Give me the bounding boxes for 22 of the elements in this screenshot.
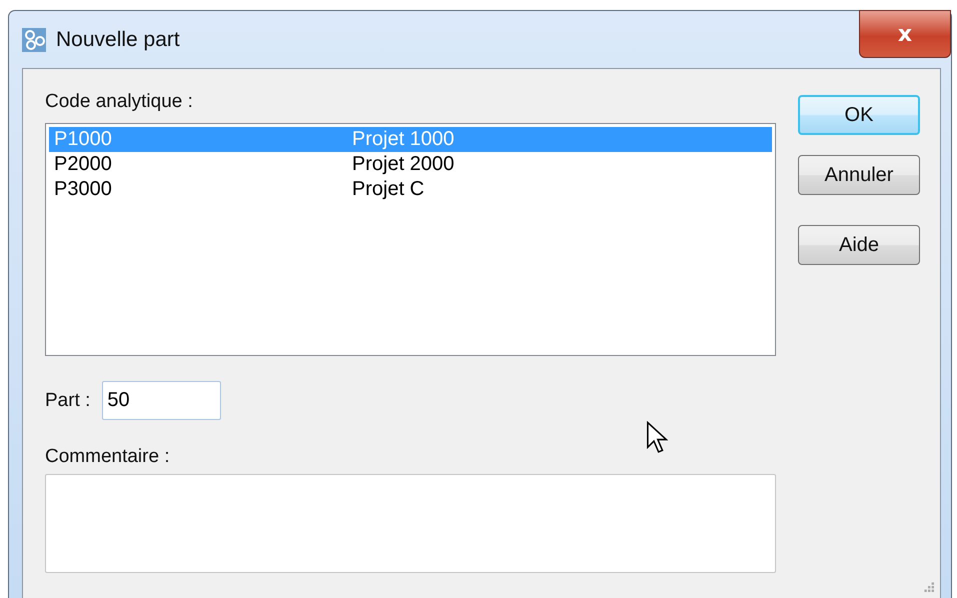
comment-field[interactable] [45, 474, 776, 573]
field-label: Commentaire : [45, 446, 171, 468]
code-text: P2000 [53, 152, 113, 177]
dialog-button[interactable]: Aide [798, 225, 920, 265]
field-label: Code analytique : [45, 91, 194, 113]
cursor-icon [646, 421, 668, 455]
list-item[interactable]: P3000 Projet C [49, 177, 772, 202]
project-name: Projet 1000 [352, 127, 454, 152]
app-icon [22, 28, 46, 52]
window-title: Nouvelle part [56, 28, 180, 52]
list-item[interactable]: P2000 Projet 2000 [49, 152, 772, 177]
dialog-button[interactable]: Annuler [798, 155, 920, 195]
project-name: Projet C [352, 177, 424, 202]
field-label: Part : [45, 390, 90, 412]
resize-grip-icon [922, 580, 934, 592]
list-box[interactable]: P1000 Projet 1000 P2000 Projet 2000 P3000 Projet C [45, 123, 776, 356]
project-name: Projet 2000 [352, 152, 454, 177]
code-text: P3000 [53, 177, 113, 202]
part-field[interactable]: 50 [102, 381, 222, 420]
close-button[interactable]: x [859, 10, 951, 58]
dialog-button[interactable]: OK [798, 95, 920, 135]
code-text: P1000 [53, 127, 113, 152]
